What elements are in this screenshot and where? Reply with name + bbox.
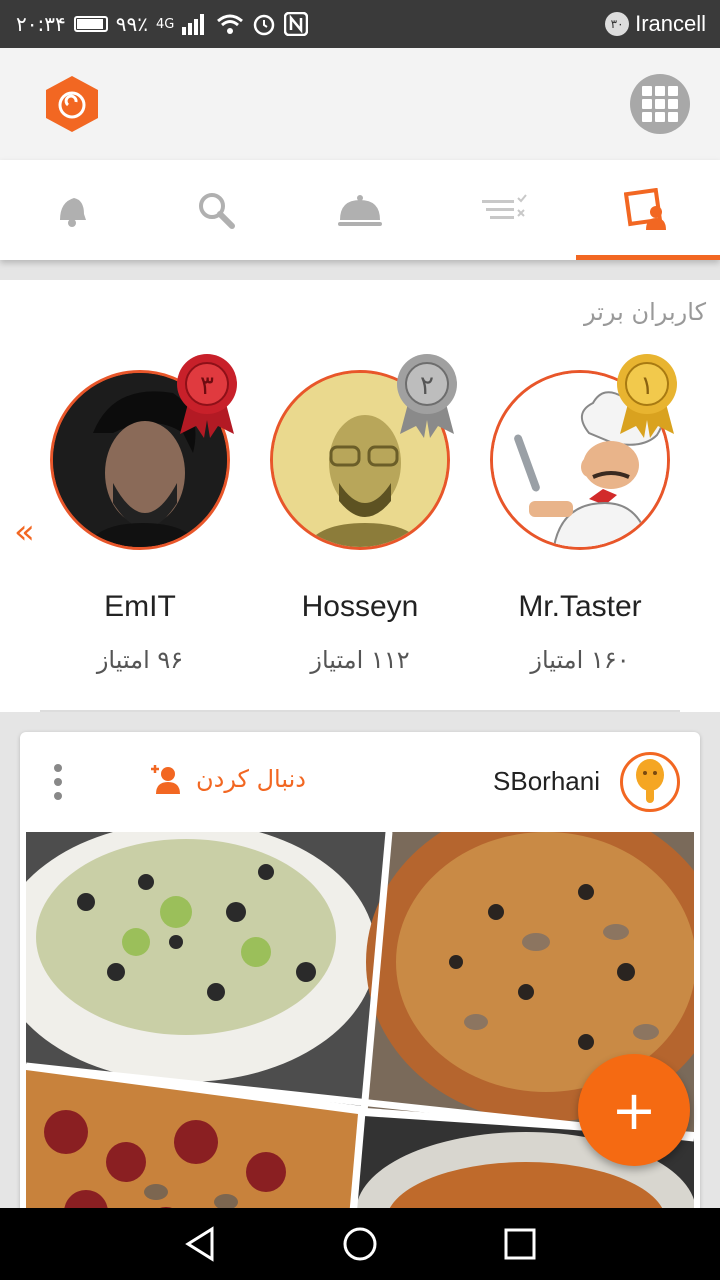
tab-restaurants[interactable] — [288, 160, 432, 260]
back-icon[interactable] — [184, 1226, 216, 1262]
add-user-icon — [151, 765, 180, 794]
apps-grid-button[interactable] — [630, 74, 690, 134]
add-fab-button[interactable]: + — [578, 1054, 690, 1166]
tab-lists[interactable] — [432, 160, 576, 260]
rank-ribbon-icon: ۱ — [617, 354, 677, 438]
recents-icon[interactable] — [504, 1228, 536, 1260]
system-nav-bar — [0, 1208, 720, 1280]
top-user-card-2[interactable]: ۲ Hosseyn ۱۱۲ امتیاز — [270, 354, 457, 674]
cloche-icon — [338, 195, 382, 226]
filter-list-icon — [482, 194, 527, 219]
home-icon[interactable] — [342, 1226, 378, 1262]
signal-icon — [182, 14, 205, 35]
user-points: ۱۱۲ امتیاز — [310, 646, 410, 674]
profile-card-icon — [624, 188, 666, 230]
post-card: SBorhani دنبال کردن — [20, 732, 700, 1252]
more-options-button[interactable] — [54, 764, 64, 800]
divider — [40, 710, 680, 712]
rank-ribbon-icon: ۳ — [177, 354, 237, 438]
search-icon — [199, 193, 235, 229]
tab-search[interactable] — [144, 160, 288, 260]
svg-text:۱: ۱ — [640, 371, 654, 401]
tab-profile[interactable] — [576, 160, 720, 260]
carrier-name: Irancell — [635, 11, 706, 36]
rank-ribbon-icon: ۲ — [397, 354, 457, 438]
status-right: ۳۰ Irancell — [605, 10, 706, 38]
sim-badge: ۳۰ — [605, 12, 630, 36]
section-title: کاربران برتر — [583, 298, 706, 326]
svg-text:۳: ۳ — [200, 371, 214, 401]
tab-bar — [0, 160, 720, 260]
top-user-card-1[interactable]: ۱ Mr.Taster ۱۶۰ امتیاز — [490, 354, 677, 674]
app-bar — [0, 48, 720, 160]
post-photo-collage[interactable] — [26, 832, 694, 1252]
chevron-left-icon[interactable]: « — [14, 512, 35, 552]
app-logo-icon — [46, 76, 98, 132]
status-bar: ۲۰:۳۴ ۹۹٪ 4G ۳۰ Irancell — [0, 0, 720, 48]
alarm-icon — [254, 14, 275, 36]
plus-icon: + — [611, 1078, 657, 1142]
user-name: Mr.Taster — [518, 590, 642, 623]
follow-button[interactable]: دنبال کردن — [148, 764, 306, 794]
post-author-avatar[interactable] — [620, 752, 680, 812]
tab-notifications[interactable] — [0, 160, 144, 260]
clock: ۲۰:۳۴ — [16, 12, 66, 36]
user-name: Hosseyn — [301, 590, 419, 623]
bell-icon — [60, 198, 86, 227]
spoon-avatar-icon — [636, 759, 664, 803]
user-points: ۹۶ امتیاز — [96, 646, 184, 674]
post-author-name[interactable]: SBorhani — [493, 766, 600, 797]
food-collage-image — [26, 832, 694, 1252]
battery-level: ۹۹٪ — [115, 12, 148, 36]
user-points: ۱۶۰ امتیاز — [530, 646, 630, 674]
svg-text:۲: ۲ — [420, 371, 434, 401]
nfc-icon — [284, 12, 309, 36]
battery-icon — [73, 16, 108, 32]
network-type: 4G — [155, 16, 175, 32]
top-user-card-3[interactable]: ۳ EmIT ۹۶ امتیاز — [50, 354, 237, 674]
top-users-section: کاربران برتر ۳ EmIT ۹۶ امتیاز ۲ Hosseyn … — [0, 280, 720, 712]
follow-label: دنبال کردن — [196, 765, 306, 793]
wifi-icon — [217, 14, 244, 34]
user-name: EmIT — [104, 590, 176, 623]
status-left: ۲۰:۳۴ ۹۹٪ 4G — [16, 10, 309, 38]
